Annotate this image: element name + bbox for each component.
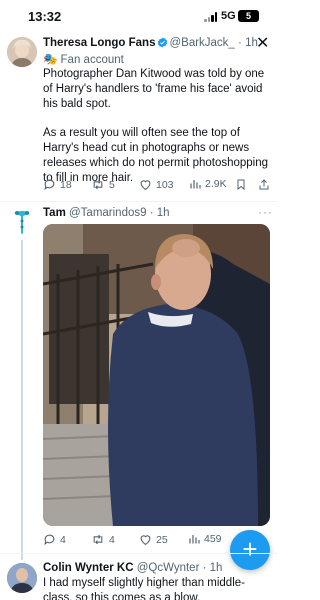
tweet-paragraph: I had myself slightly higher than middle…: [43, 577, 245, 600]
tweet-time: · 1h: [202, 562, 223, 574]
author-name[interactable]: Colin Wynter KC: [43, 562, 134, 574]
tweet-3[interactable]: Colin Wynter KC @QcWynter · 1h I had mys…: [0, 0, 277, 600]
author-handle[interactable]: @QcWynter: [137, 562, 200, 574]
avatar[interactable]: [7, 563, 37, 593]
tweet-text: I had myself slightly higher than middle…: [43, 576, 273, 600]
